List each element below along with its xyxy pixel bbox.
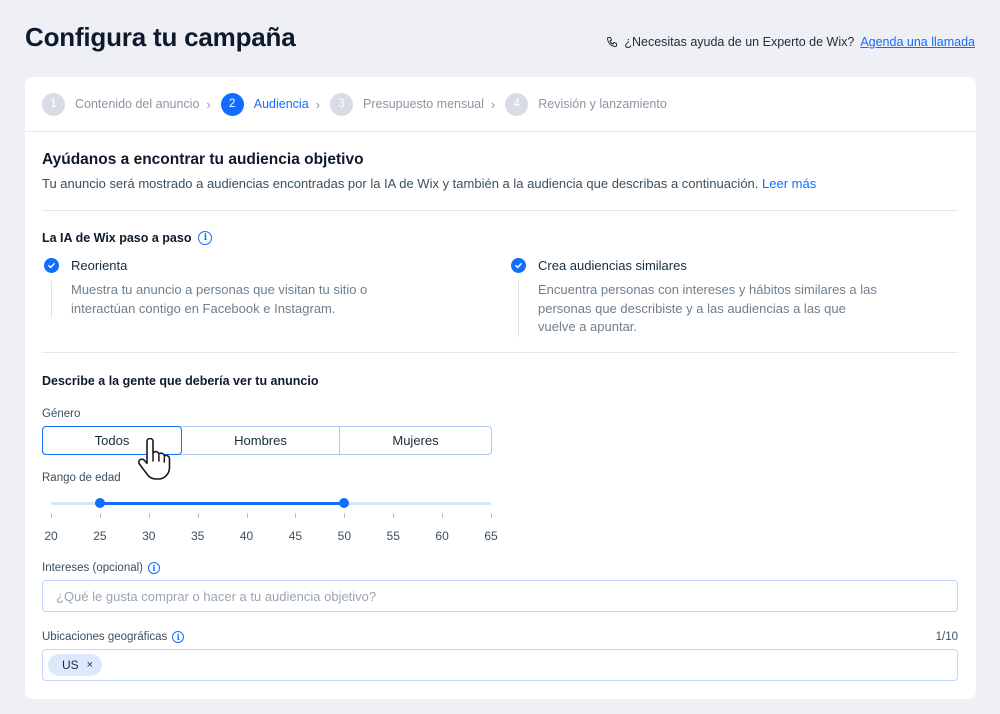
step-number: 4 <box>505 92 529 116</box>
check-icon <box>511 258 526 273</box>
slider-tick-label: 45 <box>288 529 303 543</box>
chevron-right-icon: › <box>490 96 496 112</box>
locations-label-row: Ubicaciones geográficas i 1/10 <box>42 631 958 643</box>
slider-tick <box>197 513 199 518</box>
audience-title: Ayúdanos a encontrar tu audiencia objeti… <box>42 151 364 168</box>
stepper: 1 Contenido del anuncio › 2 Audiencia › 3 Presu… <box>25 77 976 132</box>
step-label: Revisión y lanzamiento <box>538 97 667 111</box>
campaign-card: 1 Contenido del anuncio › 2 Audiencia › 3 Presu… <box>25 77 976 699</box>
divider <box>42 352 958 353</box>
feature-description: Encuentra personas con intereses y hábit… <box>518 281 883 337</box>
slider-tick-label: 30 <box>142 529 156 543</box>
slider-tick <box>442 513 444 518</box>
feature-description: Muestra tu anuncio a personas que visita… <box>51 281 381 318</box>
info-icon[interactable]: i <box>198 231 213 245</box>
slider-tick-label: 65 <box>484 529 498 543</box>
slider-tick-label: 50 <box>337 529 352 543</box>
locations-label: Ubicaciones geográficas <box>42 631 168 643</box>
describe-title: Describe a la gente que debería ver tu a… <box>42 374 319 388</box>
interests-label: Intereses (opcional) <box>42 562 143 574</box>
location-tag-label: US <box>62 658 79 672</box>
ai-section: La IA de Wix paso a paso i <box>42 231 958 245</box>
step-3[interactable]: 3 Presupuesto mensual › <box>330 92 496 116</box>
interests-input[interactable]: ¿Qué le gusta comprar o hacer a tu audie… <box>42 580 958 612</box>
age-max-handle[interactable] <box>339 498 350 508</box>
slider-tick <box>51 513 52 518</box>
gender-option-1[interactable]: Hombres <box>182 427 340 454</box>
feature-title: Crea audiencias similares <box>538 258 687 273</box>
feature-retarget: Reorienta Muestra tu anuncio a personas … <box>44 258 404 318</box>
step-2[interactable]: 2 Audiencia › <box>220 92 320 116</box>
slider-tick-label: 55 <box>386 529 400 543</box>
audience-subtitle: Tu anuncio será mostrado a audiencias en… <box>42 176 817 191</box>
age-min-handle[interactable] <box>94 498 105 508</box>
step-label: Audiencia <box>253 97 309 111</box>
slider-tick-label: 20 <box>44 529 58 543</box>
feature-title: Reorienta <box>71 258 128 273</box>
slider-tick <box>295 513 297 518</box>
remove-tag-icon[interactable]: × <box>87 659 93 671</box>
gender-label: Género <box>42 408 81 420</box>
schedule-call-link[interactable]: Agenda una llamada <box>860 35 975 49</box>
slider-tick <box>491 513 492 518</box>
divider <box>42 210 958 211</box>
audience-header: Ayúdanos a encontrar tu audiencia objeti… <box>42 151 958 191</box>
slider-tick <box>393 513 395 518</box>
slider-tick <box>344 513 346 518</box>
chevron-right-icon: › <box>206 96 211 112</box>
step-label: Contenido del anuncio <box>75 97 200 111</box>
interests-placeholder: ¿Qué le gusta comprar o hacer a tu audie… <box>56 588 377 604</box>
feature-lookalike: Crea audiencias similares Encuentra pers… <box>511 258 877 337</box>
slider-tick <box>99 513 101 518</box>
learn-more-link[interactable]: Leer más <box>762 176 816 191</box>
locations-input[interactable]: US × <box>42 649 958 681</box>
slider-tick-label: 60 <box>435 529 449 543</box>
gender-selector: Todos Hombres Mujeres <box>42 426 492 455</box>
age-range-slider[interactable]: 20 25 30 35 40 45 50 55 60 65 <box>44 479 498 543</box>
hand-cursor-icon <box>138 438 171 480</box>
interests-label-row: Intereses (opcional) i <box>42 562 958 574</box>
info-icon[interactable]: i <box>148 562 160 574</box>
slider-tick <box>148 513 150 518</box>
step-4[interactable]: 4 Revisión y lanzamiento <box>505 92 667 116</box>
step-label: Presupuesto mensual <box>363 97 484 111</box>
page-title: Configura tu campaña <box>25 22 296 52</box>
help-bar: ¿Necesitas ayuda de un Experto de Wix? A… <box>606 35 975 49</box>
locations-count: 1/10 <box>935 631 958 643</box>
chevron-right-icon: › <box>315 96 320 112</box>
step-1[interactable]: 1 Contenido del anuncio › <box>42 92 211 116</box>
gender-option-2[interactable]: Mujeres <box>340 427 491 454</box>
help-text: ¿Necesitas ayuda de un Experto de Wix? <box>624 35 855 49</box>
age-range-area: 20 25 30 35 40 45 50 55 60 65 <box>25 479 976 549</box>
ai-section-title: La IA de Wix paso a paso <box>42 231 192 245</box>
phone-icon <box>607 37 618 48</box>
step-number: 2 <box>220 92 244 116</box>
location-tag: US × <box>48 654 103 676</box>
step-number: 3 <box>330 92 353 116</box>
step-number: 1 <box>42 92 65 116</box>
slider-tick <box>246 513 248 518</box>
slider-fill <box>99 502 345 505</box>
slider-tick-label: 35 <box>190 529 205 543</box>
slider-tick-label: 25 <box>93 529 107 543</box>
info-icon[interactable]: i <box>172 631 185 643</box>
slider-tick-label: 40 <box>239 529 254 543</box>
check-icon <box>44 258 59 273</box>
